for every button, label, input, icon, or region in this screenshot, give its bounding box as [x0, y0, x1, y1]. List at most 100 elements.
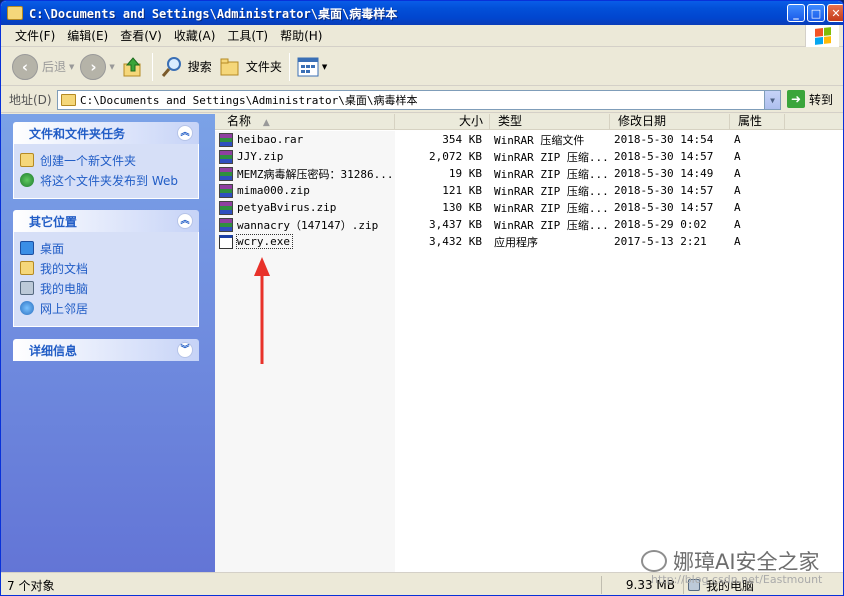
expand-icon[interactable]: ︾ [177, 342, 193, 358]
tasks-panel-title: 文件和文件夹任务 [29, 126, 126, 141]
toolbar-separator [288, 52, 290, 81]
file-name-cell: MEMZ病毒解压密码：31286... [237, 166, 393, 182]
exe-icon [219, 234, 233, 249]
file-size: 19 KB [448, 167, 482, 180]
file-row[interactable]: petyaBvirus.zip 130 KB WinRAR ZIP 压缩... 201… [215, 199, 843, 216]
menu-view[interactable]: 查看(V) [114, 27, 168, 44]
column-name[interactable]: 名称 ▲ [215, 114, 395, 130]
search-label: 搜索 [187, 60, 212, 74]
back-arrow-icon: ‹ [12, 53, 38, 80]
desktop-icon [20, 241, 34, 255]
file-row[interactable]: JJY.zip 2,072 KB WinRAR ZIP 压缩... 2018-5-30… [215, 148, 843, 165]
details-panel: 详细信息 ︾ [13, 339, 199, 361]
close-button[interactable]: ✕ [827, 4, 843, 22]
file-row[interactable]: heibao.rar 354 KB WinRAR 压缩文件 2018-5-30 14:… [215, 131, 843, 148]
file-attributes: A [734, 218, 741, 231]
place-my-computer[interactable]: 我的电脑 [20, 278, 192, 298]
file-type: WinRAR ZIP 压缩... [494, 218, 608, 232]
search-icon [161, 56, 181, 77]
file-type: WinRAR 压缩文件 [494, 133, 585, 147]
folders-icon [220, 58, 239, 75]
menu-edit[interactable]: 编辑(E) [61, 27, 114, 44]
tasks-panel-body: 创建一个新文件夹 将这个文件夹发布到 Web [13, 144, 199, 199]
file-row[interactable]: wannacry（147147）.zip 3,437 KB WinRAR ZIP 压… [215, 216, 843, 233]
file-date: 2018-5-30 14:54 [614, 133, 714, 146]
winrar-icon [219, 149, 233, 164]
new-folder-icon [20, 153, 34, 167]
back-button[interactable]: ‹ 后退 ▼ [9, 52, 77, 82]
folders-button[interactable]: 文件夹 [215, 52, 285, 82]
file-attributes: A [734, 150, 741, 163]
menu-file[interactable]: 文件(F) [9, 27, 61, 44]
window-title: C:\Documents and Settings\Administrator\… [29, 6, 398, 21]
file-attributes: A [734, 235, 741, 248]
file-list[interactable]: 名称 ▲ 大小 类型 修改日期 属性 heibao.rar 354 KB WinRA… [215, 114, 843, 572]
column-type[interactable]: 类型 [490, 114, 610, 130]
file-name: JJY.zip [237, 150, 284, 163]
menu-help[interactable]: 帮助(H) [274, 27, 328, 44]
place-desktop[interactable]: 桌面 [20, 238, 192, 258]
chevron-down-icon: ▼ [69, 62, 75, 71]
file-row[interactable]: MEMZ病毒解压密码：31286... 19 KB WinRAR ZIP 压缩...… [215, 165, 843, 182]
task-new-folder-label: 创建一个新文件夹 [40, 153, 137, 168]
file-row[interactable]: wcry.exe 3,432 KB 应用程序 2017-5-13 2:21 A [215, 233, 843, 250]
file-attributes: A [734, 167, 741, 180]
places-panel-body: 桌面 我的文档 我的电脑 网上邻居 [13, 232, 199, 327]
minimize-button[interactable]: _ [787, 4, 805, 22]
forward-button[interactable]: › ▼ [77, 52, 117, 82]
sort-ascending-icon: ▲ [262, 118, 270, 128]
task-publish-web[interactable]: 将这个文件夹发布到 Web [20, 170, 192, 190]
column-date[interactable]: 修改日期 [610, 114, 730, 130]
address-value: C:\Documents and Settings\Administrator\… [80, 94, 418, 107]
place-my-documents[interactable]: 我的文档 [20, 258, 192, 278]
places-panel: 其它位置 ︽ 桌面 我的文档 我的电脑 网上邻居 [13, 210, 199, 327]
place-my-computer-label: 我的电脑 [40, 281, 89, 296]
task-pane: 文件和文件夹任务 ︽ 创建一个新文件夹 将这个文件夹发布到 Web 其它位置 ︽ [1, 114, 215, 572]
details-panel-header[interactable]: 详细信息 ︾ [13, 339, 199, 361]
address-dropdown-button[interactable]: ▼ [764, 91, 780, 109]
go-label: 转到 [809, 92, 834, 107]
tasks-panel-header[interactable]: 文件和文件夹任务 ︽ [13, 122, 199, 144]
address-bar: 地址(D) C:\Documents and Settings\Administ… [1, 87, 843, 113]
file-type: WinRAR ZIP 压缩... [494, 150, 608, 164]
file-name: wannacry（147147）.zip [237, 218, 379, 232]
file-type: WinRAR ZIP 压缩... [494, 201, 608, 215]
go-button[interactable]: ➜ 转到 [787, 90, 833, 108]
watermark: 娜璋AI安全之家 [641, 546, 820, 576]
places-panel-title: 其它位置 [29, 214, 78, 229]
file-date: 2018-5-30 14:57 [614, 150, 714, 163]
views-button[interactable]: ▼ [294, 52, 330, 82]
column-attributes[interactable]: 属性 [730, 114, 785, 130]
file-name: MEMZ病毒解压密码：31286... [237, 167, 394, 181]
task-new-folder[interactable]: 创建一个新文件夹 [20, 150, 192, 170]
status-count: 7 个对象 [7, 578, 55, 593]
collapse-icon[interactable]: ︽ [177, 213, 193, 229]
details-panel-title: 详细信息 [29, 343, 78, 358]
file-size: 130 KB [442, 201, 482, 214]
file-size: 3,437 KB [429, 218, 482, 231]
winrar-icon [219, 183, 233, 198]
watermark-url: http://blog.csdn.net/Eastmount [651, 573, 823, 586]
up-folder-button[interactable] [118, 52, 148, 82]
file-size: 3,432 KB [429, 235, 482, 248]
menu-favorites[interactable]: 收藏(A) [168, 27, 222, 44]
file-type: WinRAR ZIP 压缩... [494, 184, 608, 198]
search-button[interactable]: 搜索 [157, 52, 215, 82]
maximize-button[interactable]: □ [807, 4, 825, 22]
column-size[interactable]: 大小 [395, 114, 490, 130]
file-row[interactable]: mima000.zip 121 KB WinRAR ZIP 压缩... 2018-5-… [215, 182, 843, 199]
places-panel-header[interactable]: 其它位置 ︽ [13, 210, 199, 232]
file-date: 2018-5-30 14:49 [614, 167, 714, 180]
address-input[interactable]: C:\Documents and Settings\Administrator\… [57, 90, 781, 110]
file-name-cell: heibao.rar [237, 133, 393, 146]
toolbar-separator [151, 52, 153, 81]
winrar-icon [219, 166, 233, 181]
menu-tools[interactable]: 工具(T) [221, 27, 274, 44]
title-bar[interactable]: C:\Documents and Settings\Administrator\… [1, 1, 843, 25]
views-icon [297, 57, 319, 76]
file-type: WinRAR ZIP 压缩... [494, 167, 608, 181]
collapse-icon[interactable]: ︽ [177, 125, 193, 141]
wechat-icon [641, 550, 667, 572]
place-network[interactable]: 网上邻居 [20, 298, 192, 318]
file-date: 2018-5-30 14:57 [614, 184, 714, 197]
